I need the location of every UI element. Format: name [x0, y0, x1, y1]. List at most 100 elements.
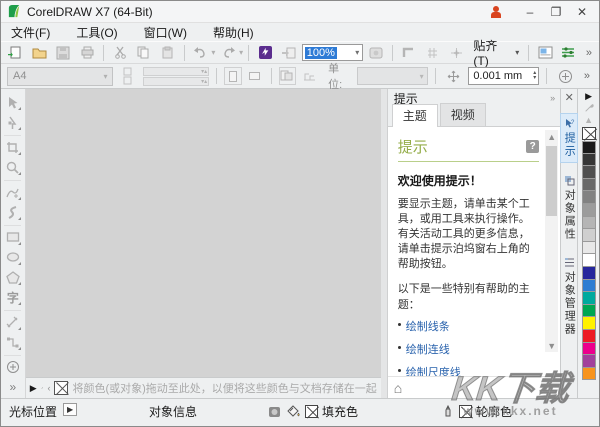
portrait-button[interactable]: [224, 67, 242, 85]
cursor-position-toggle[interactable]: ▶: [63, 403, 77, 416]
snap-to-dropdown[interactable]: 贴齐(T) ▾: [469, 44, 523, 62]
docker-flyout-button[interactable]: »: [550, 93, 554, 103]
units-select[interactable]: ▾: [357, 67, 428, 85]
color-swatch[interactable]: [582, 204, 596, 217]
color-proof-icon[interactable]: [267, 405, 282, 419]
parallel-dimension-tool[interactable]: [2, 313, 23, 332]
home-icon[interactable]: ⌂: [394, 380, 402, 396]
color-swatch[interactable]: [582, 242, 596, 255]
collapse-arrow-icon[interactable]: ‹: [47, 383, 50, 393]
save-button[interactable]: [53, 44, 75, 62]
color-swatch[interactable]: [582, 292, 596, 305]
current-page-button[interactable]: [300, 67, 318, 85]
search-content-button[interactable]: [254, 44, 276, 62]
scroll-up-icon[interactable]: ▲: [545, 130, 558, 143]
fill-bucket-icon[interactable]: [286, 405, 301, 419]
undo-button[interactable]: [190, 44, 212, 62]
fullscreen-preview-button[interactable]: [365, 44, 387, 62]
close-button[interactable]: ✕: [569, 3, 595, 21]
color-swatch[interactable]: [582, 355, 596, 368]
application-launcher-button[interactable]: [558, 44, 580, 62]
polygon-tool[interactable]: [2, 268, 23, 287]
zoom-tool[interactable]: [2, 158, 23, 177]
show-rulers-button[interactable]: [398, 44, 420, 62]
drawing-canvas[interactable]: [26, 89, 381, 377]
crop-tool[interactable]: [2, 138, 23, 157]
color-swatch[interactable]: [582, 368, 596, 381]
docker-splitter[interactable]: [381, 89, 388, 398]
cut-button[interactable]: [109, 44, 131, 62]
color-swatch[interactable]: [582, 154, 596, 167]
palette-no-color-swatch[interactable]: [582, 127, 596, 140]
menu-help[interactable]: 帮助(H): [213, 24, 254, 41]
zoom-level-combobox[interactable]: 100% ▾: [302, 44, 363, 61]
outline-pen-icon[interactable]: [440, 405, 455, 419]
menu-tools[interactable]: 工具(O): [76, 24, 117, 41]
color-swatch[interactable]: [582, 191, 596, 204]
color-swatch[interactable]: [582, 141, 596, 154]
new-document-button[interactable]: [5, 44, 27, 62]
color-swatch[interactable]: [582, 254, 596, 267]
topic-link[interactable]: 绘制尺度线: [398, 364, 539, 376]
color-swatch[interactable]: [582, 305, 596, 318]
import-button[interactable]: [278, 44, 300, 62]
artistic-media-tool[interactable]: [2, 203, 23, 222]
color-swatch[interactable]: [582, 217, 596, 230]
side-tab-object-manager[interactable]: 对象管理器: [561, 253, 577, 340]
freehand-tool[interactable]: [2, 183, 23, 202]
options-button[interactable]: [534, 44, 556, 62]
nudge-offset-input[interactable]: 0.001 mm ▴▾: [468, 67, 539, 85]
page-height-input[interactable]: ▾▴: [143, 77, 209, 86]
color-swatch[interactable]: [582, 179, 596, 192]
pick-tool[interactable]: [2, 93, 23, 112]
landscape-button[interactable]: [246, 67, 264, 85]
color-swatch[interactable]: [582, 317, 596, 330]
tab-videos[interactable]: 视频: [440, 103, 486, 126]
open-button[interactable]: [29, 44, 51, 62]
property-bar-overflow-button[interactable]: »: [580, 70, 593, 82]
topic-link[interactable]: 绘制线条: [398, 318, 539, 334]
show-guidelines-button[interactable]: [446, 44, 468, 62]
scroll-down-icon[interactable]: ▼: [545, 339, 558, 352]
side-tab-object-properties[interactable]: 对象属性: [561, 171, 577, 245]
color-swatch[interactable]: [582, 343, 596, 356]
toolbar-overflow-button[interactable]: »: [582, 47, 595, 59]
add-tool-button[interactable]: [2, 358, 23, 377]
page-size-select[interactable]: A4 ▾: [7, 67, 113, 86]
help-button[interactable]: ?: [526, 140, 539, 153]
minimize-button[interactable]: –: [517, 3, 543, 21]
menu-window[interactable]: 窗口(W): [144, 24, 187, 41]
color-swatch[interactable]: [582, 330, 596, 343]
maximize-button[interactable]: ❐: [543, 3, 569, 21]
scrollbar-thumb[interactable]: [546, 146, 557, 216]
tab-topics[interactable]: 主题: [392, 104, 438, 127]
all-pages-button[interactable]: [279, 67, 297, 85]
copy-button[interactable]: [133, 44, 155, 62]
play-arrow-icon[interactable]: ▶: [30, 383, 37, 394]
no-color-swatch[interactable]: [54, 381, 68, 395]
color-swatch[interactable]: [582, 267, 596, 280]
print-button[interactable]: [76, 44, 98, 62]
palette-flyout-arrow-icon[interactable]: ▶: [585, 90, 592, 102]
connector-tool[interactable]: [2, 333, 23, 352]
color-swatch[interactable]: [582, 166, 596, 179]
toolbox-overflow-button[interactable]: »: [2, 378, 23, 397]
palette-scroll-up-icon[interactable]: ▲: [584, 114, 593, 126]
paste-button[interactable]: [157, 44, 179, 62]
text-tool[interactable]: 字: [2, 288, 23, 307]
docker-close-icon[interactable]: ✕: [565, 91, 574, 105]
eyedropper-icon[interactable]: [41, 382, 44, 394]
redo-button[interactable]: [217, 44, 239, 62]
side-tab-hints[interactable]: ? 提示: [560, 113, 578, 163]
redo-dropdown-arrow[interactable]: ▾: [239, 48, 243, 57]
ellipse-tool[interactable]: [2, 248, 23, 267]
page-dimension-inputs[interactable]: ▾▴ ▾▴: [143, 67, 209, 86]
undo-dropdown-arrow[interactable]: ▾: [211, 48, 215, 57]
shape-tool[interactable]: [2, 113, 23, 132]
add-preset-button[interactable]: [554, 67, 576, 85]
palette-eyedropper-icon[interactable]: [584, 102, 594, 114]
docker-scrollbar[interactable]: ▲ ▼: [545, 130, 558, 352]
color-swatch[interactable]: [582, 229, 596, 242]
spinner-arrows-icon[interactable]: ▴▾: [533, 71, 538, 81]
rectangle-tool[interactable]: [2, 228, 23, 247]
